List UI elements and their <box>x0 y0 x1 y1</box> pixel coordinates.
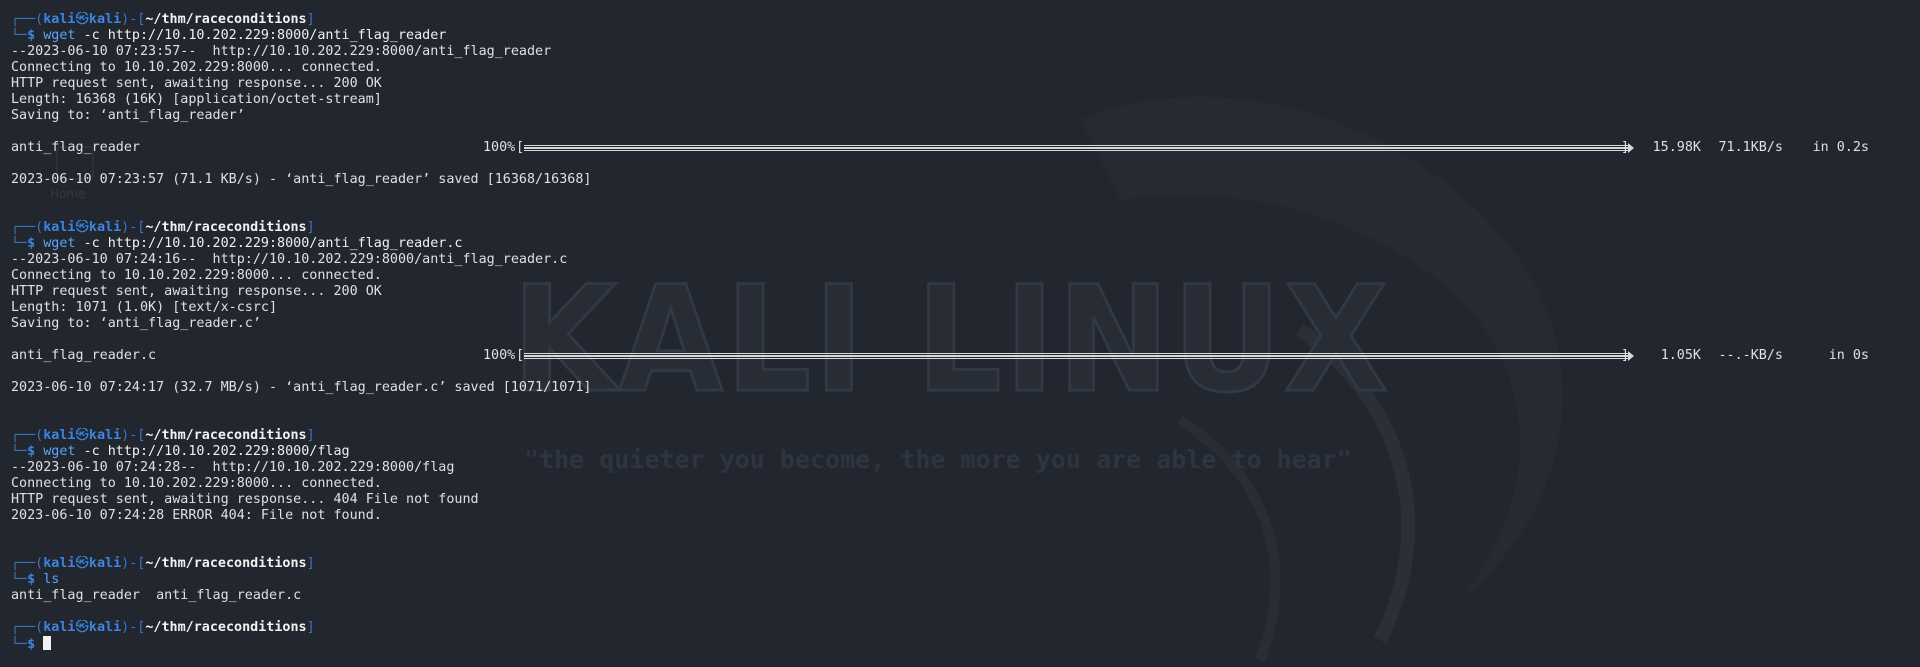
progress-percent: 100% <box>483 348 516 363</box>
progress-filename: anti_flag_reader <box>11 140 140 155</box>
prompt-at-symbol: ㉿ <box>75 220 89 235</box>
command-line: └─$ ls <box>11 572 60 587</box>
prompt-user: kali <box>43 556 76 571</box>
prompt-host: kali <box>88 220 122 235</box>
progress-speed: 71.1KB/s <box>1718 140 1784 155</box>
terminal-output: ┌──(kali㉿kali)-[~/thm/raceconditions] └─… <box>11 12 1911 652</box>
output-line: Connecting to 10.10.202.229:8000... conn… <box>11 60 382 75</box>
output-line: Connecting to 10.10.202.229:8000... conn… <box>11 268 382 283</box>
command-line: └─$ wget -c http://10.10.202.229:8000/an… <box>11 236 463 251</box>
download-result-line: 2023-06-10 07:23:57 (71.1 KB/s) - ‘anti_… <box>11 172 592 187</box>
prompt-cwd: ~/thm/raceconditions <box>145 556 307 571</box>
progress-time: in 0.2s <box>1812 140 1869 155</box>
command-args: -c http://10.10.202.229:8000/flag <box>83 444 350 459</box>
output-line: --2023-06-10 07:23:57-- http://10.10.202… <box>11 44 552 59</box>
output-line: HTTP request sent, awaiting response... … <box>11 284 382 299</box>
prompt-host: kali <box>88 620 122 635</box>
terminal-window[interactable]: KALI LINUX "the quieter you become, the … <box>0 0 1920 667</box>
download-result-line: 2023-06-10 07:24:17 (32.7 MB/s) - ‘anti_… <box>11 380 592 395</box>
active-command-line[interactable]: └─$ <box>11 636 1911 652</box>
output-line: HTTP request sent, awaiting response... … <box>11 492 479 507</box>
output-line: HTTP request sent, awaiting response... … <box>11 76 382 91</box>
error-line: 2023-06-10 07:24:28 ERROR 404: File not … <box>11 508 382 523</box>
progress-size: 1.05K <box>1660 348 1701 363</box>
prompt-at-symbol: ㉿ <box>75 12 89 27</box>
command-name: wget <box>43 28 76 43</box>
output-line: Saving to: ‘anti_flag_reader.c’ <box>11 316 261 331</box>
prompt-line: ┌──(kali㉿kali)-[~/thm/raceconditions] <box>11 620 315 635</box>
progress-bar <box>524 351 1634 361</box>
prompt-at-symbol: ㉿ <box>75 428 89 443</box>
prompt-line: ┌──(kali㉿kali)-[~/thm/raceconditions] <box>11 556 315 571</box>
command-line: └─$ wget -c http://10.10.202.229:8000/an… <box>11 28 447 43</box>
prompt-host: kali <box>88 556 122 571</box>
download-progress-line: anti_flag_reader.c 100% [ ] 1.05K --.-KB… <box>11 348 1869 363</box>
output-line: Length: 16368 (16K) [application/octet-s… <box>11 92 382 107</box>
output-line: --2023-06-10 07:24:16-- http://10.10.202… <box>11 252 568 267</box>
prompt-user: kali <box>43 620 76 635</box>
command-name: ls <box>43 572 60 587</box>
output-line: Saving to: ‘anti_flag_reader’ <box>11 108 245 123</box>
output-line: Length: 1071 (1.0K) [text/x-csrc] <box>11 300 278 315</box>
prompt-line: ┌──(kali㉿kali)-[~/thm/raceconditions] <box>11 12 315 27</box>
progress-bar <box>524 143 1634 153</box>
progress-percent: 100% <box>483 140 516 155</box>
progress-filename: anti_flag_reader.c <box>11 348 157 363</box>
prompt-at-symbol: ㉿ <box>75 556 89 571</box>
command-args: -c http://10.10.202.229:8000/anti_flag_r… <box>83 28 447 43</box>
progress-size: 15.98K <box>1652 140 1701 155</box>
download-progress-line: anti_flag_reader 100% [ ] 15.98K 71.1KB/… <box>11 140 1869 155</box>
prompt-cwd: ~/thm/raceconditions <box>145 220 307 235</box>
prompt-user: kali <box>43 12 76 27</box>
prompt-at-symbol: ㉿ <box>75 620 89 635</box>
output-line: Connecting to 10.10.202.229:8000... conn… <box>11 476 382 491</box>
progress-speed: --.-KB/s <box>1718 348 1784 363</box>
prompt-cwd: ~/thm/raceconditions <box>145 12 307 27</box>
prompt-line: ┌──(kali㉿kali)-[~/thm/raceconditions] <box>11 428 315 443</box>
prompt-cwd: ~/thm/raceconditions <box>145 620 307 635</box>
prompt-host: kali <box>88 12 122 27</box>
text-cursor <box>43 636 52 650</box>
prompt-line: ┌──(kali㉿kali)-[~/thm/raceconditions] <box>11 220 315 235</box>
progress-time: in 0s <box>1828 348 1869 363</box>
command-line: └─$ wget -c http://10.10.202.229:8000/fl… <box>11 444 350 459</box>
prompt-host: kali <box>88 428 122 443</box>
output-line: --2023-06-10 07:24:28-- http://10.10.202… <box>11 460 455 475</box>
prompt-cwd: ~/thm/raceconditions <box>145 428 307 443</box>
command-args: -c http://10.10.202.229:8000/anti_flag_r… <box>83 236 463 251</box>
output-line: anti_flag_reader anti_flag_reader.c <box>11 588 302 603</box>
